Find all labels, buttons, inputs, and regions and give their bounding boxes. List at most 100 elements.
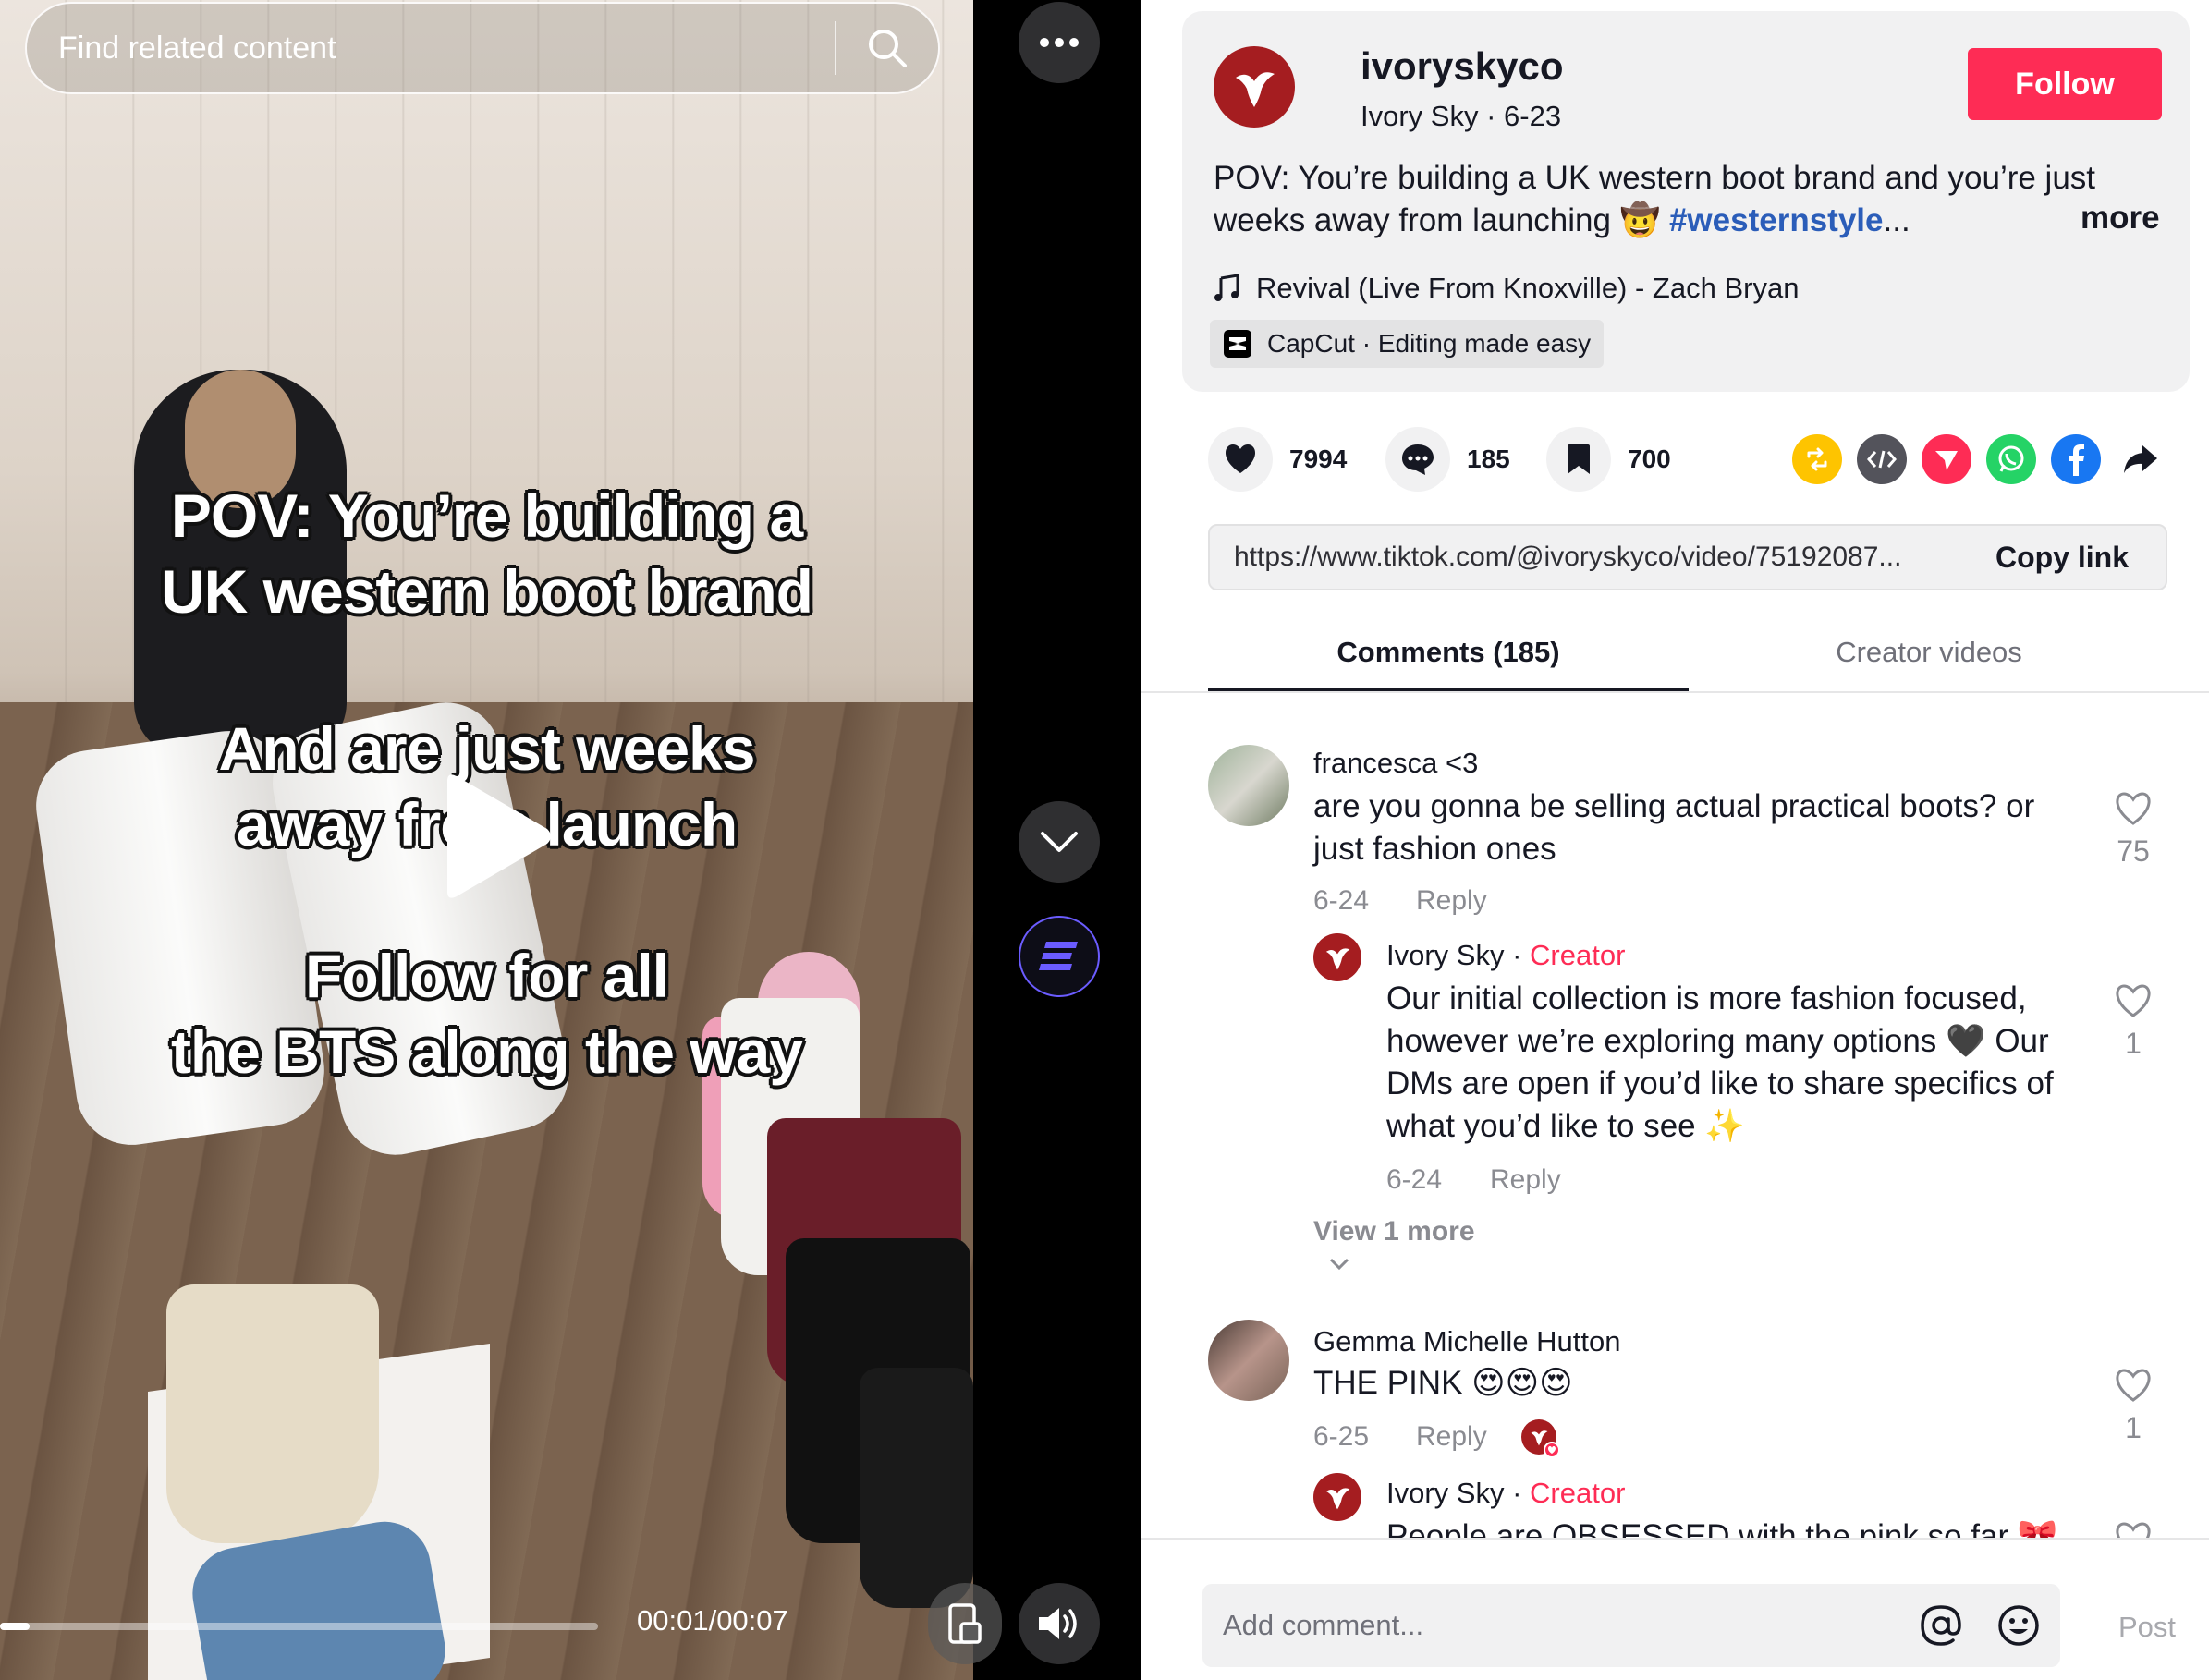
- comment-input-placeholder[interactable]: Add comment...: [1202, 1609, 1920, 1642]
- video-caption-line: the BTS along the way: [170, 1017, 803, 1086]
- like-button[interactable]: [1208, 427, 1273, 492]
- share-link-box[interactable]: https://www.tiktok.com/@ivoryskyco/video…: [1208, 524, 2167, 590]
- extension-button[interactable]: [1019, 916, 1100, 997]
- comment-avatar[interactable]: [1208, 1320, 1289, 1401]
- description-more-button[interactable]: more: [2081, 200, 2160, 237]
- whatsapp-icon[interactable]: [1986, 434, 2036, 484]
- next-video-button[interactable]: [1019, 801, 1100, 883]
- heart-outline-icon: [2116, 984, 2151, 1017]
- post-info-card: ivoryskyco Ivory Sky · 6-23 Follow POV: …: [1182, 11, 2190, 392]
- video-caption-line: POV: You’re building a: [170, 481, 803, 550]
- copy-link-button[interactable]: Copy link: [1995, 541, 2166, 575]
- reply-date: 6-24: [1386, 1164, 1443, 1195]
- chevron-down-icon: [1041, 832, 1078, 852]
- tab-creator-videos[interactable]: Creator videos: [1689, 636, 2169, 669]
- comment-avatar[interactable]: [1208, 745, 1289, 826]
- like-stat[interactable]: 7994: [1208, 427, 1347, 492]
- eagle-logo-icon: [1325, 1488, 1350, 1510]
- video-player[interactable]: POV: You’re building a UK western boot b…: [0, 0, 973, 1680]
- comment-icon: [1402, 444, 1434, 475]
- follow-button[interactable]: Follow: [1968, 48, 2162, 120]
- reply-author-name[interactable]: Ivory Sky: [1386, 939, 1504, 971]
- heart-outline-icon: [2116, 792, 2151, 825]
- comment-date: 6-25: [1313, 1421, 1370, 1452]
- more-options-button[interactable]: [1019, 2, 1100, 83]
- post-comment-button[interactable]: Post: [2118, 1611, 2176, 1644]
- comment-like-count: 1: [2125, 1411, 2142, 1444]
- chevron-down-icon[interactable]: [1328, 1257, 1350, 1272]
- ellipsis-icon: [1040, 38, 1079, 47]
- comment-text: THE PINK 😍😍😍: [1313, 1365, 1573, 1401]
- creator-liked-badge: [1521, 1419, 1560, 1458]
- capcut-label: CapCut · Editing made easy: [1267, 329, 1592, 358]
- save-stat[interactable]: 700: [1546, 427, 1671, 492]
- comment-text-line: DMs are open if you’d like to share spec…: [1386, 1065, 2054, 1102]
- search-related-bar[interactable]: Find related content: [25, 2, 940, 94]
- comment-reply-button[interactable]: Reply: [1416, 1421, 1487, 1453]
- play-button[interactable]: [434, 772, 555, 901]
- video-progress-bar[interactable]: [0, 1623, 598, 1630]
- tab-comments[interactable]: Comments (185): [1208, 636, 1689, 669]
- volume-button[interactable]: [1019, 1583, 1100, 1664]
- save-count: 700: [1628, 444, 1671, 473]
- comment-button[interactable]: [1385, 427, 1450, 492]
- video-progress-fill: [0, 1623, 31, 1630]
- comment-text-line: what you’d like to see ✨: [1386, 1108, 1745, 1144]
- extension-logo-icon: [1039, 942, 1078, 970]
- reply-author[interactable]: Ivory Sky · Creator: [1386, 1477, 1625, 1510]
- hashtag-link[interactable]: #westernstyle: [1669, 202, 1884, 238]
- volume-icon: [1039, 1608, 1077, 1639]
- capcut-chip[interactable]: CapCut · Editing made easy: [1210, 320, 1605, 368]
- comment-reply-button[interactable]: Reply: [1416, 885, 1487, 917]
- video-caption-line: UK western boot brand: [160, 557, 813, 626]
- music-title: Revival (Live From Knoxville) - Zach Bry…: [1256, 272, 1800, 304]
- details-panel: ivoryskyco Ivory Sky · 6-23 Follow POV: …: [1141, 0, 2209, 1680]
- comment-like-button[interactable]: 1: [2105, 1368, 2161, 1445]
- reply-author[interactable]: Ivory Sky · Creator: [1386, 939, 1625, 972]
- reply-like-count: 1: [2125, 1027, 2142, 1060]
- save-button[interactable]: [1546, 427, 1611, 492]
- mention-icon[interactable]: [1920, 1604, 1962, 1647]
- bookmark-icon: [1568, 444, 1590, 474]
- comment-stat[interactable]: 185: [1385, 427, 1510, 492]
- eagle-logo-icon: [1236, 72, 1275, 107]
- heart-icon: [1225, 444, 1256, 473]
- heart-outline-icon: [2116, 1369, 2151, 1402]
- music-row[interactable]: Revival (Live From Knoxville) - Zach Bry…: [1214, 272, 1799, 305]
- video-caption-line: Follow for all: [305, 942, 669, 1010]
- eagle-logo-icon: [1325, 948, 1350, 970]
- search-icon[interactable]: [836, 4, 938, 92]
- comment-input[interactable]: Add comment...: [1202, 1584, 2060, 1667]
- description-text: POV: You’re building a UK western boot b…: [1214, 160, 2096, 238]
- search-input[interactable]: Find related content: [27, 30, 835, 67]
- author-meta: Ivory Sky · 6-23: [1361, 100, 1562, 132]
- author-handle[interactable]: ivoryskyco: [1361, 44, 1563, 89]
- reply-author-name[interactable]: Ivory Sky: [1386, 1477, 1504, 1509]
- comment-author[interactable]: Gemma Michelle Hutton: [1313, 1325, 1621, 1358]
- video-frame-black-boot: [860, 1368, 973, 1608]
- reply-avatar[interactable]: [1313, 1473, 1361, 1521]
- comment-author[interactable]: francesca <3: [1313, 747, 1478, 780]
- emoji-icon[interactable]: [1997, 1604, 2040, 1647]
- comment-count: 185: [1467, 444, 1510, 473]
- author-avatar[interactable]: [1214, 46, 1295, 128]
- repost-icon[interactable]: [1792, 434, 1842, 484]
- comment-composer: Add comment... Post: [1141, 1538, 2209, 1680]
- share-arrow-icon[interactable]: [2116, 434, 2166, 484]
- comment-text-line: however we’re exploring many options 🖤 O…: [1386, 1023, 2049, 1059]
- mini-player-button[interactable]: [928, 1583, 1002, 1664]
- share-link-url[interactable]: https://www.tiktok.com/@ivoryskyco/video…: [1210, 542, 1995, 573]
- comment-like-button[interactable]: 75: [2105, 791, 2161, 869]
- comment-date: 6-24: [1313, 885, 1370, 916]
- tab-divider: [1141, 691, 2209, 693]
- send-message-icon[interactable]: [1922, 434, 1971, 484]
- facebook-icon[interactable]: [2051, 434, 2101, 484]
- reply-reply-button[interactable]: Reply: [1490, 1164, 1561, 1196]
- view-more-replies-button[interactable]: View 1 more: [1313, 1216, 1475, 1248]
- video-frame-beige-boot: [166, 1284, 379, 1543]
- embed-code-icon[interactable]: [1857, 434, 1907, 484]
- heart-badge-icon: [1544, 1442, 1560, 1458]
- comment-text-line: Our initial collection is more fashion f…: [1386, 980, 2027, 1017]
- reply-like-button[interactable]: 1: [2105, 983, 2161, 1061]
- reply-avatar[interactable]: [1313, 933, 1361, 981]
